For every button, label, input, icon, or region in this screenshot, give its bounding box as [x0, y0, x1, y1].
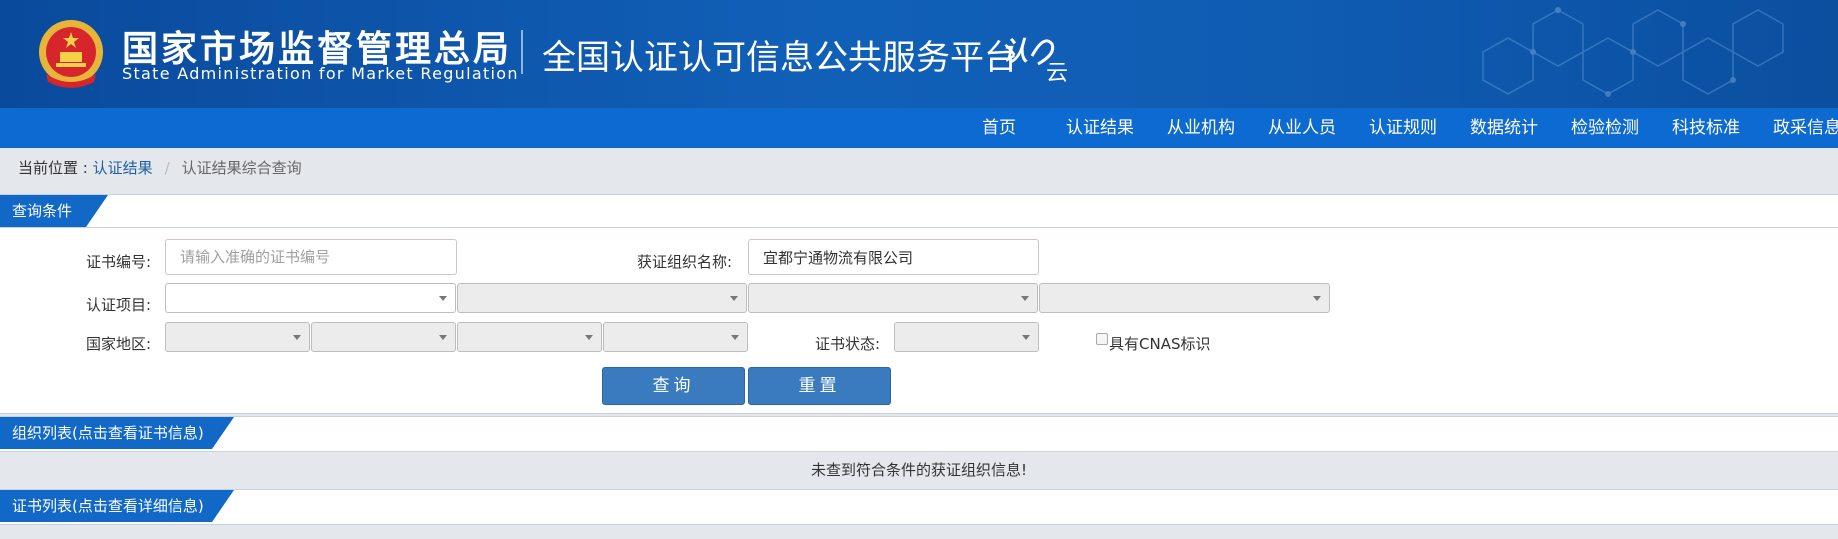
nav-item-home[interactable]: 首页: [982, 108, 1016, 148]
project-select-1[interactable]: [165, 283, 456, 313]
cnas-label: 具有CNAS标识: [1109, 335, 1211, 353]
hexagon-pattern-decoration: [1482, 7, 1784, 97]
nav-item-personnel[interactable]: 从业人员: [1268, 108, 1336, 148]
chevron-down-icon: [1313, 296, 1321, 301]
org-name-label: 获证组织名称:: [637, 253, 733, 271]
cert-list-header: 证书列表(点击查看详细信息): [0, 490, 1838, 522]
breadcrumb-separator: /: [164, 159, 170, 177]
chevron-down-icon: [439, 335, 447, 340]
query-panel: 查询条件 证书编号: 获证组织名称: 认证项目: 国家地区: 证书状态: 具有C…: [0, 194, 1838, 414]
org-list-panel: 组织列表(点击查看证书信息): [0, 416, 1838, 452]
breadcrumb-label: 当前位置 :: [18, 159, 93, 177]
status-select[interactable]: [894, 322, 1039, 352]
nav-item-procurement[interactable]: 政采信息: [1773, 108, 1838, 148]
renyun-logo: 认 云: [1002, 37, 1068, 84]
chevron-down-icon: [731, 335, 739, 340]
cert-list-title: 证书列表(点击查看详细信息): [0, 490, 234, 522]
project-select-4[interactable]: [1039, 283, 1330, 313]
region-select-2[interactable]: [311, 322, 456, 352]
org-list-header: 组织列表(点击查看证书信息): [0, 417, 1838, 449]
region-select-4[interactable]: [603, 322, 748, 352]
project-select-2[interactable]: [457, 283, 747, 313]
chevron-down-icon: [293, 335, 301, 340]
nav-item-cert-rules[interactable]: 认证规则: [1369, 108, 1437, 148]
region-select-1[interactable]: [165, 322, 310, 352]
nav-item-cert-results[interactable]: 认证结果: [1066, 108, 1134, 148]
breadcrumb-link-cert-results[interactable]: 认证结果: [93, 159, 153, 177]
org-name-en: State Administration for Market Regulati…: [122, 64, 519, 83]
chevron-down-icon: [585, 335, 593, 340]
search-button[interactable]: 查询: [602, 367, 745, 405]
site-header: 国家市场监督管理总局 State Administration for Mark…: [0, 0, 1838, 108]
org-name-input[interactable]: [748, 239, 1039, 275]
project-label: 认证项目:: [86, 296, 152, 314]
logo-text-yun: 云: [1046, 61, 1068, 84]
platform-title: 全国认证认可信息公共服务平台: [542, 38, 1018, 78]
project-select-3[interactable]: [748, 283, 1038, 313]
breadcrumb-current: 认证结果综合查询: [181, 159, 302, 177]
cert-no-label: 证书编号:: [86, 253, 152, 271]
chevron-down-icon: [1022, 335, 1030, 340]
breadcrumb: 当前位置 : 认证结果 / 认证结果综合查询: [18, 148, 302, 188]
chevron-down-icon: [439, 296, 447, 301]
nav-item-institutions[interactable]: 从业机构: [1167, 108, 1235, 148]
query-panel-title: 查询条件: [0, 195, 108, 227]
chevron-down-icon: [1021, 296, 1029, 301]
main-nav: 首页 认证结果 从业机构 从业人员 认证规则 数据统计 检验检测 科技标准 政采…: [0, 108, 1838, 148]
nav-item-statistics[interactable]: 数据统计: [1470, 108, 1538, 148]
nav-item-inspection[interactable]: 检验检测: [1571, 108, 1639, 148]
national-emblem-icon: [39, 20, 103, 88]
nav-item-tech-standards[interactable]: 科技标准: [1672, 108, 1740, 148]
cert-no-input[interactable]: [165, 239, 457, 275]
chevron-down-icon: [730, 296, 738, 301]
org-list-title: 组织列表(点击查看证书信息): [0, 417, 234, 449]
status-label: 证书状态:: [815, 335, 881, 353]
header-divider: [521, 30, 523, 74]
region-label: 国家地区:: [86, 335, 152, 353]
reset-button[interactable]: 重置: [748, 367, 891, 405]
query-panel-header: 查询条件: [0, 195, 1838, 228]
org-list-empty-message: 未查到符合条件的获证组织信息!: [0, 454, 1838, 486]
region-select-3[interactable]: [457, 322, 602, 352]
cert-list-panel: 证书列表(点击查看详细信息): [0, 489, 1838, 525]
logo-text-ren: 认: [1002, 37, 1028, 67]
cnas-checkbox[interactable]: [1096, 333, 1108, 345]
